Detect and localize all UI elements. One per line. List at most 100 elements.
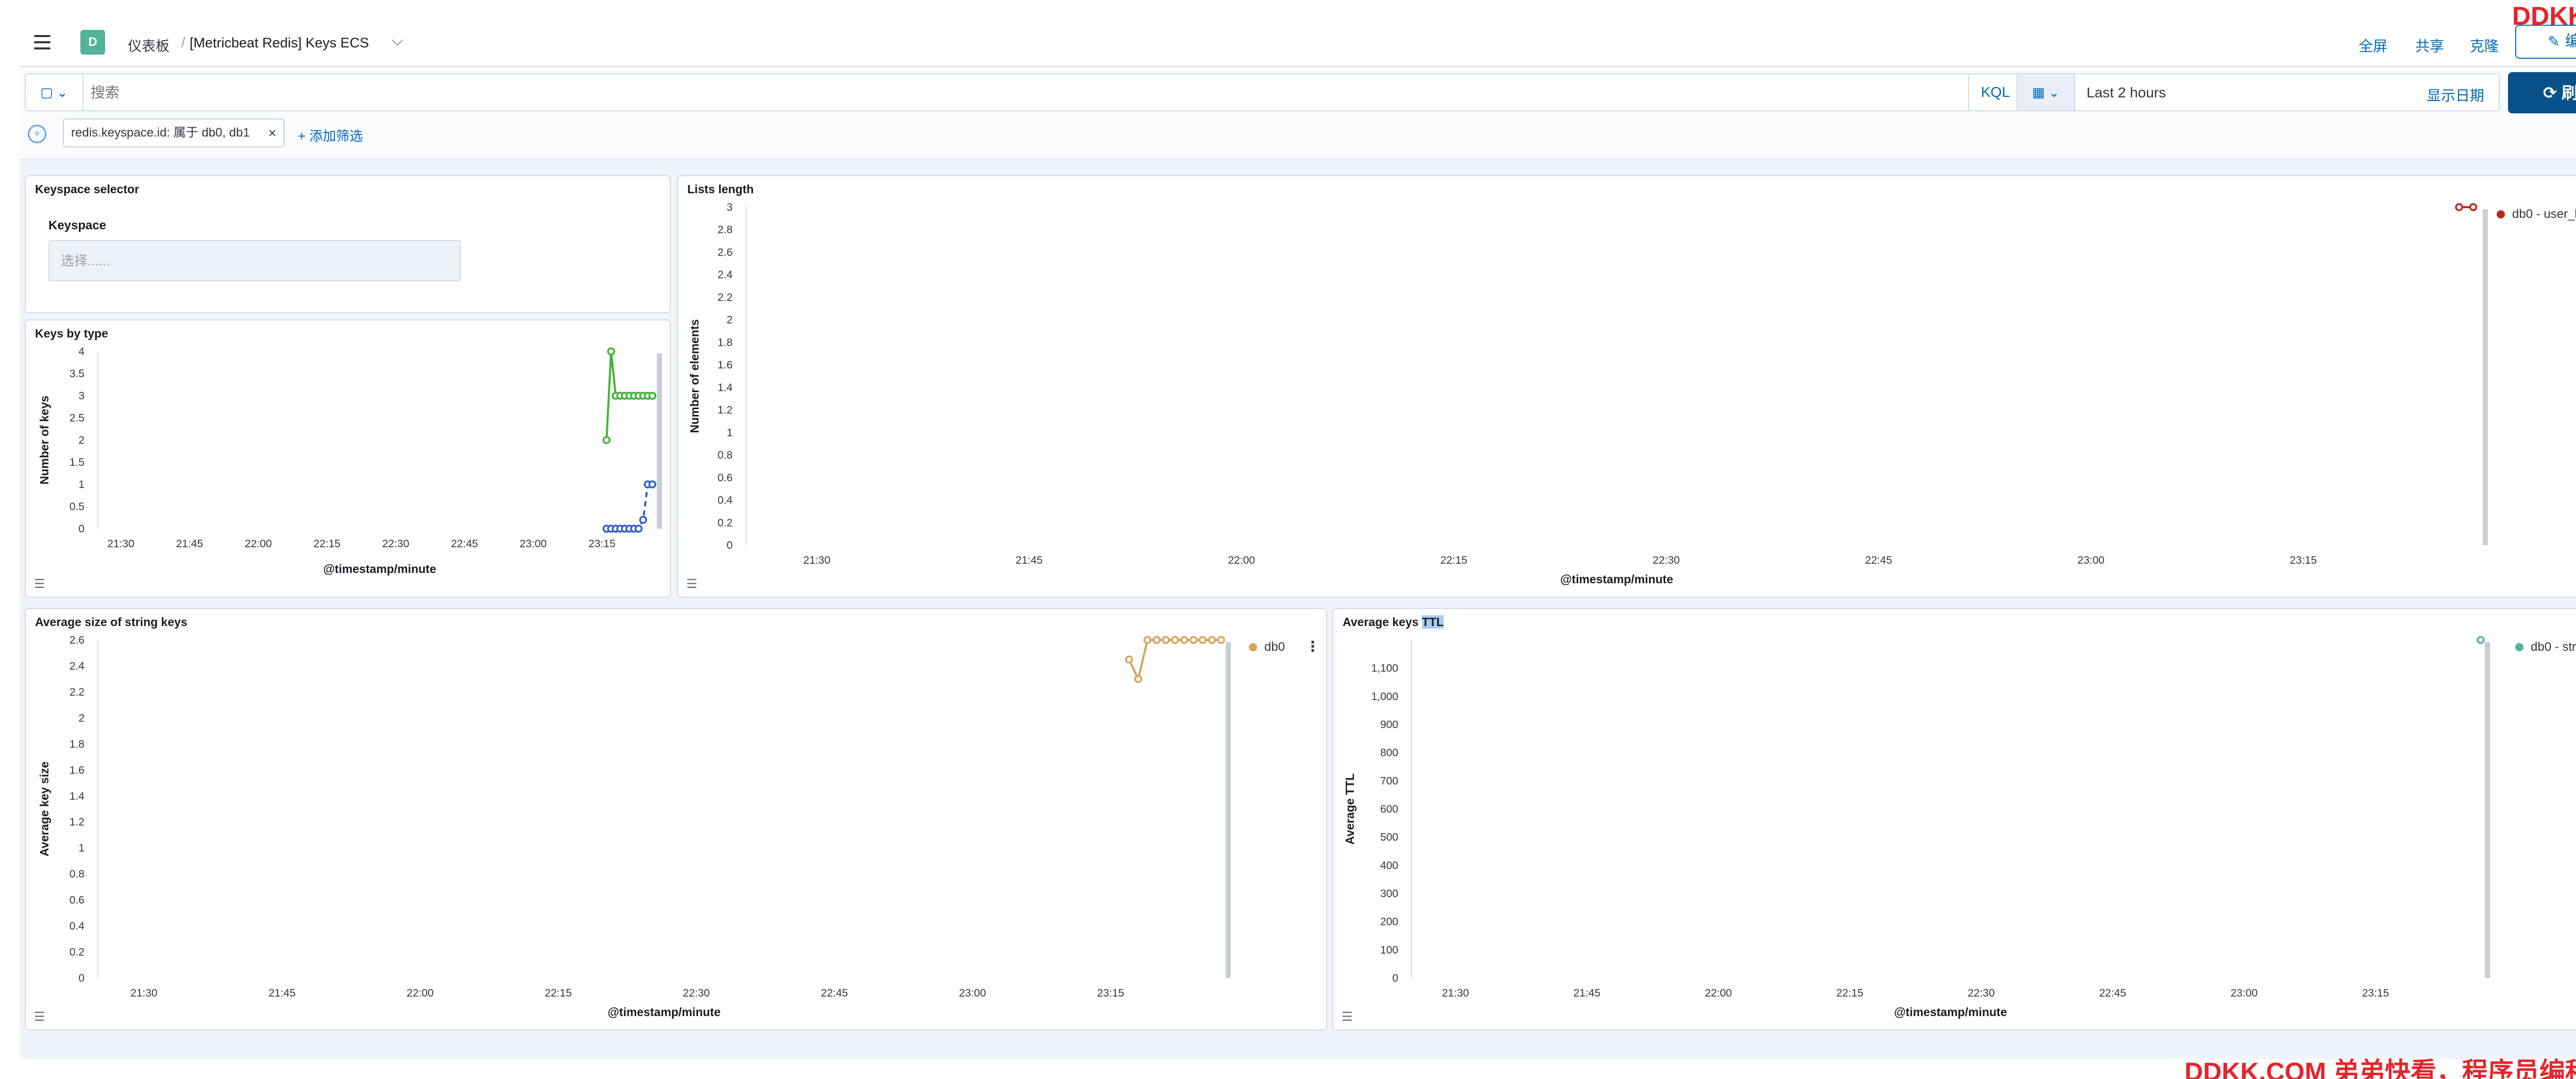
fullscreen-link[interactable]: 全屏 xyxy=(2359,35,2387,56)
legend-toggle-icon[interactable]: ☰ xyxy=(34,577,48,592)
filter-menu-icon[interactable]: ≡ xyxy=(28,125,46,143)
date-picker: ▦ ⌄ Last 2 hours 显示日期 xyxy=(2016,73,2500,111)
y-tick-label: 2.4 xyxy=(70,660,85,672)
y-tick-label: 400 xyxy=(1380,859,1398,871)
data-point xyxy=(1180,636,1189,644)
panel-keyspace-selector: Keyspace selector Keyspace 选择...... xyxy=(25,175,671,313)
search-bar: ▢ ⌄ KQL xyxy=(25,73,2023,111)
x-axis-title: @timestamp/minute xyxy=(1560,572,1673,586)
y-tick-label: 1.5 xyxy=(70,457,84,468)
data-point xyxy=(1143,636,1151,644)
data-point xyxy=(634,525,643,533)
y-tick-label: 2 xyxy=(78,712,84,724)
space-avatar[interactable]: D xyxy=(80,30,105,55)
x-tick-label: 23:00 xyxy=(520,538,547,550)
x-tick-label: 22:45 xyxy=(451,538,478,550)
x-tick-label: 21:45 xyxy=(1573,987,1601,999)
data-point xyxy=(648,480,656,488)
x-tick-label: 23:00 xyxy=(2230,987,2258,999)
legend-item[interactable]: db0 - user_list xyxy=(2497,207,2576,222)
keyspace-select[interactable]: 选择...... xyxy=(48,240,461,281)
data-point xyxy=(1198,636,1207,644)
x-tick-label: 22:45 xyxy=(1865,554,1892,566)
panel-keys-by-type: Keys by type 0 0.5 1 1.5 2 2.5 3 3.5 4 21:30 21:45… xyxy=(25,319,671,598)
legend-toggle-icon[interactable]: ☰ xyxy=(1342,1010,1356,1024)
y-tick-label: 700 xyxy=(1380,775,1398,787)
more-options-icon[interactable]: ⋮ xyxy=(1306,638,1320,655)
data-point xyxy=(639,516,648,524)
kql-language-toggle[interactable]: KQL xyxy=(1968,74,2022,110)
watermark-top: DDKK.COM xyxy=(2512,2,2576,30)
x-tick-label: 22:30 xyxy=(683,987,710,999)
show-dates-link[interactable]: 显示日期 xyxy=(2427,85,2484,105)
x-tick-label: 21:30 xyxy=(803,554,831,566)
data-point xyxy=(602,436,611,444)
y-tick-label: 1.2 xyxy=(70,816,84,828)
data-point xyxy=(1208,636,1216,644)
y-axis-title: Average key size xyxy=(38,762,51,857)
x-tick-label: 23:15 xyxy=(2362,987,2389,999)
search-input[interactable] xyxy=(91,82,1945,103)
x-tick-label: 22:00 xyxy=(1228,554,1256,566)
legend-item[interactable]: db0 xyxy=(1249,640,1285,654)
data-point xyxy=(607,347,615,356)
date-range-text[interactable]: Last 2 hours xyxy=(2087,85,2166,101)
breadcrumb-dashboards[interactable]: 仪表板 xyxy=(128,35,170,55)
y-tick-label: 0 xyxy=(78,523,84,535)
watermark-bottom: DDKK.COM 弟弟快看，程序员编程资料站 xyxy=(2184,1057,2576,1079)
clone-link[interactable]: 克隆 xyxy=(2470,35,2499,56)
legend-toggle-icon[interactable]: ☰ xyxy=(34,1010,48,1024)
y-tick-label: 1,000 xyxy=(1371,690,1398,702)
y-tick-label: 3.5 xyxy=(70,368,84,380)
header-bar: D 仪表板 / [Metricbeat Redis] Keys ECS ⌵ 全屏… xyxy=(20,20,2576,67)
legend-label: db0 - string xyxy=(2531,640,2576,654)
share-link[interactable]: 共享 xyxy=(2415,35,2444,56)
add-filter-link[interactable]: + 添加筛选 xyxy=(298,126,363,145)
y-tick-label: 0.2 xyxy=(718,517,733,529)
pencil-icon: ✎ xyxy=(2548,33,2560,49)
x-tick-label: 22:15 xyxy=(313,538,341,550)
y-tick-label: 1 xyxy=(78,842,84,854)
data-point xyxy=(2477,636,2485,644)
x-tick-label: 23:15 xyxy=(2290,554,2317,566)
x-tick-label: 21:30 xyxy=(107,538,134,550)
y-tick-label: 2.8 xyxy=(718,224,733,236)
x-tick-label: 22:00 xyxy=(406,987,434,999)
x-tick-label: 23:15 xyxy=(588,538,616,550)
y-tick-label: 2.2 xyxy=(70,686,84,698)
calendar-icon[interactable]: ▦ ⌄ xyxy=(2018,74,2075,110)
dashboard-window: D 仪表板 / [Metricbeat Redis] Keys ECS ⌵ 全屏… xyxy=(20,20,2576,1059)
filter-pill[interactable]: redis.keyspace.id: 属于 db0, db1 × xyxy=(63,119,284,147)
legend-color-dot xyxy=(1249,643,1257,651)
panel-lists-length: Lists length 0 0.2 0.4 0.6 0.8 1 1.2 1.4 1.6 1.8 2… xyxy=(677,175,2576,598)
y-tick-label: 300 xyxy=(1380,888,1398,900)
y-tick-label: 200 xyxy=(1380,916,1398,928)
x-axis-title: @timestamp/minute xyxy=(323,562,436,576)
saved-query-menu-icon[interactable]: ▢ ⌄ xyxy=(26,74,83,110)
y-tick-label: 1.8 xyxy=(718,336,733,348)
y-tick-label: 0.6 xyxy=(70,895,84,906)
chevron-down-icon[interactable]: ⌵ xyxy=(392,32,403,49)
data-point xyxy=(2455,203,2463,211)
y-axis-title: Average TTL xyxy=(1343,773,1357,845)
y-tick-label: 2.5 xyxy=(70,412,84,424)
remove-filter-icon[interactable]: × xyxy=(268,120,276,146)
y-tick-label: 0.8 xyxy=(718,449,733,461)
legend-item[interactable]: db0 - string xyxy=(2515,640,2576,654)
y-tick-label: 0.6 xyxy=(718,472,733,484)
x-tick-label: 22:45 xyxy=(2099,987,2126,999)
y-tick-label: 1.4 xyxy=(718,382,733,394)
x-tick-label: 22:15 xyxy=(545,987,572,999)
refresh-button-label: 刷新 xyxy=(2561,83,2576,102)
legend-toggle-icon[interactable]: ☰ xyxy=(686,577,701,592)
hamburger-menu-icon[interactable] xyxy=(32,32,54,54)
refresh-button[interactable]: ⟳ 刷新 xyxy=(2508,72,2576,113)
y-tick-label: 1 xyxy=(726,427,733,439)
x-tick-label: 22:00 xyxy=(245,538,272,550)
x-tick-label: 22:30 xyxy=(1653,554,1680,566)
y-tick-label: 4 xyxy=(78,346,84,358)
x-tick-label: 22:15 xyxy=(1836,987,1863,999)
y-tick-label: 1.4 xyxy=(70,790,85,802)
legend-label: db0 xyxy=(1264,640,1285,654)
y-tick-label: 2 xyxy=(726,314,733,326)
